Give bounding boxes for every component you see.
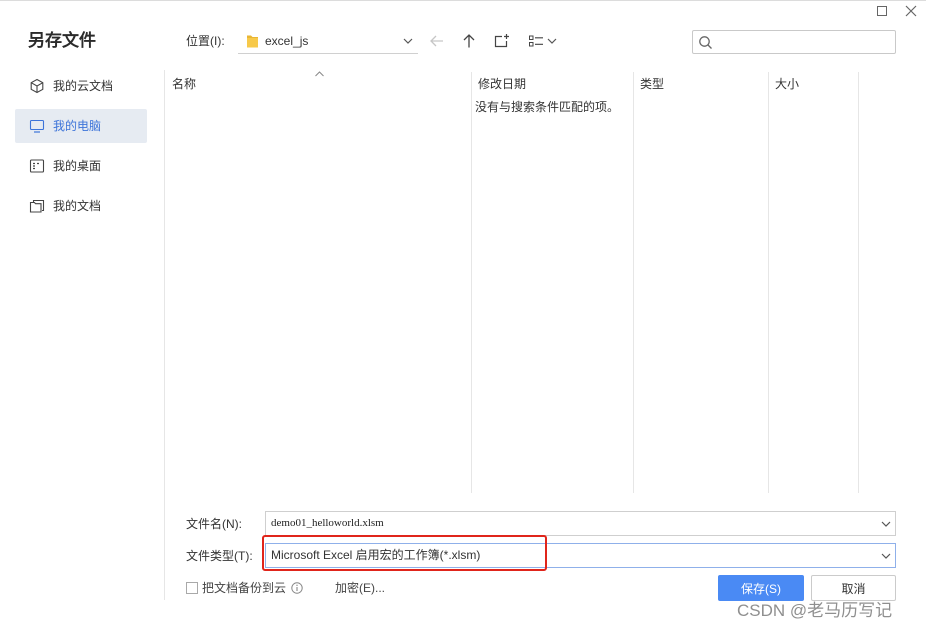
back-button[interactable] — [429, 33, 445, 49]
sidebar-divider — [164, 70, 165, 600]
sidebar-item-my-documents[interactable]: 我的文档 — [15, 189, 147, 223]
monitor-icon — [29, 119, 45, 133]
column-divider[interactable] — [633, 72, 634, 493]
location-dropdown[interactable]: excel_js — [238, 29, 418, 54]
search-input[interactable] — [717, 33, 891, 51]
filename-value: demo01_helloworld.xlsm — [271, 517, 384, 529]
back-arrow-icon — [430, 35, 443, 47]
info-icon[interactable] — [291, 582, 303, 594]
backup-checkbox[interactable] — [186, 582, 198, 594]
sidebar-item-cloud-docs[interactable]: 我的云文档 — [15, 69, 147, 103]
sidebar-item-label: 我的文档 — [53, 199, 102, 213]
location-folder-name: excel_js — [265, 34, 309, 48]
filetype-select[interactable]: Microsoft Excel 启用宏的工作簿(*.xlsm) — [265, 543, 896, 568]
sidebar-item-label: 我的桌面 — [53, 159, 102, 173]
filetype-label: 文件类型(T): — [186, 549, 253, 563]
maximize-button[interactable] — [875, 4, 889, 18]
backup-label[interactable]: 把文档备份到云 — [202, 581, 286, 595]
column-header-size[interactable]: 大小 — [775, 77, 799, 91]
folder-icon — [247, 35, 258, 48]
encrypt-link[interactable]: 加密(E)... — [335, 581, 385, 595]
search-icon — [699, 36, 712, 49]
filetype-value: Microsoft Excel 启用宏的工作簿(*.xlsm) — [271, 548, 481, 562]
watermark: CSDN @老马历写记 — [737, 601, 893, 620]
search-box[interactable] — [692, 30, 896, 54]
chevron-down-icon[interactable] — [881, 521, 891, 527]
close-button[interactable] — [904, 4, 918, 18]
up-arrow-icon — [463, 34, 475, 48]
sort-ascending-icon — [315, 71, 324, 77]
close-icon — [905, 5, 917, 17]
desktop-icon — [29, 159, 45, 173]
view-mode-icon — [529, 35, 543, 47]
new-folder-icon — [494, 34, 509, 48]
column-header-type[interactable]: 类型 — [640, 77, 664, 91]
column-header-name[interactable]: 名称 — [172, 77, 196, 91]
cancel-button[interactable]: 取消 — [811, 575, 896, 601]
window-top-border — [0, 0, 926, 1]
chevron-down-icon — [547, 38, 557, 44]
sidebar-item-label: 我的云文档 — [53, 79, 114, 93]
column-divider[interactable] — [858, 72, 859, 493]
chevron-down-icon — [403, 38, 413, 44]
dialog-title: 另存文件 — [28, 31, 96, 50]
column-header-modified-date[interactable]: 修改日期 — [478, 77, 526, 91]
filename-label: 文件名(N): — [186, 517, 242, 531]
sidebar-item-desktop[interactable]: 我的桌面 — [15, 149, 147, 183]
chevron-down-icon — [881, 553, 891, 559]
documents-icon — [29, 199, 45, 213]
up-folder-button[interactable] — [461, 33, 477, 49]
column-divider[interactable] — [768, 72, 769, 493]
filename-field[interactable]: demo01_helloworld.xlsm — [265, 511, 896, 536]
view-mode-button[interactable] — [528, 33, 558, 49]
column-divider[interactable] — [471, 72, 472, 493]
new-folder-button[interactable] — [494, 33, 510, 49]
cube-icon — [30, 78, 44, 94]
sidebar-item-label: 我的电脑 — [53, 119, 102, 133]
sidebar-item-my-computer[interactable]: 我的电脑 — [15, 109, 147, 143]
location-label: 位置(I): — [186, 34, 225, 48]
save-button[interactable]: 保存(S) — [718, 575, 804, 601]
empty-list-message: 没有与搜索条件匹配的项。 — [475, 100, 620, 114]
maximize-icon — [877, 6, 887, 16]
